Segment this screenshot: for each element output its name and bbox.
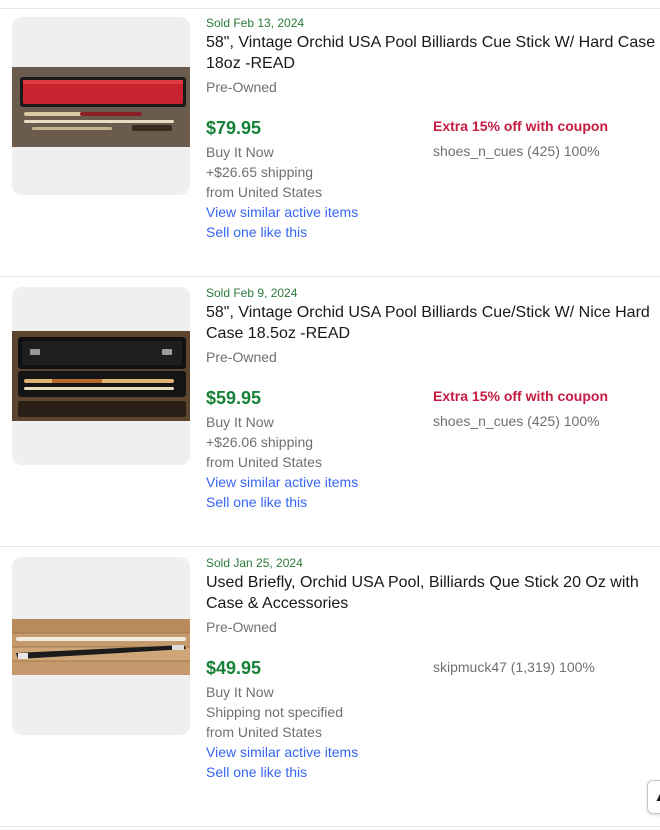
divider (0, 276, 660, 277)
listing-thumbnail[interactable] (12, 17, 190, 195)
divider (0, 826, 660, 827)
arrow-up-icon: ▲ (654, 790, 660, 804)
buying-format: Buy It Now (206, 414, 274, 430)
item-location: from United States (206, 724, 322, 740)
sold-price: $59.95 (206, 388, 262, 408)
sold-date: Sold Jan 25, 2024 (206, 556, 303, 570)
item-location: from United States (206, 454, 322, 470)
listing-title[interactable]: 58", Vintage Orchid USA Pool Billiards C… (206, 302, 658, 344)
view-similar-link[interactable]: View similar active items (206, 742, 358, 762)
shipping-cost: +$26.06 shipping (206, 434, 314, 450)
condition: Pre-Owned (206, 79, 277, 95)
condition: Pre-Owned (206, 349, 277, 365)
sell-one-link[interactable]: Sell one like this (206, 222, 307, 242)
listing-title[interactable]: 58", Vintage Orchid USA Pool Billiards C… (206, 32, 658, 74)
listing-title[interactable]: Used Briefly, Orchid USA Pool, Billiards… (206, 572, 658, 614)
buying-format: Buy It Now (206, 684, 274, 700)
seller-info[interactable]: shoes_n_cues (425) 100% (433, 143, 600, 159)
sold-date: Sold Feb 9, 2024 (206, 286, 298, 300)
listing-thumbnail[interactable] (12, 557, 190, 735)
cue-on-wood-floor-photo (12, 619, 190, 675)
sold-date: Sold Feb 13, 2024 (206, 16, 305, 30)
seller-info[interactable]: shoes_n_cues (425) 100% (433, 413, 600, 429)
listing-card: Sold Jan 25, 2024 Used Briefly, Orchid U… (0, 548, 660, 818)
listing-card: Sold Feb 13, 2024 58", Vintage Orchid US… (0, 8, 660, 278)
sell-one-link[interactable]: Sell one like this (206, 492, 307, 512)
scroll-to-top-button[interactable]: ▲ (647, 780, 660, 814)
listing-card: Sold Feb 9, 2024 58", Vintage Orchid USA… (0, 278, 660, 548)
black-case-cue-photo (12, 331, 190, 421)
shipping-cost: +$26.65 shipping (206, 164, 314, 180)
shipping-cost: Shipping not specified (206, 704, 343, 720)
coupon-offer[interactable]: Extra 15% off with coupon (433, 118, 608, 134)
view-similar-link[interactable]: View similar active items (206, 472, 358, 492)
view-similar-link[interactable]: View similar active items (206, 202, 358, 222)
sell-one-link[interactable]: Sell one like this (206, 762, 307, 782)
divider (0, 546, 660, 547)
red-case-cue-photo (12, 67, 190, 147)
sold-price: $79.95 (206, 118, 262, 138)
coupon-offer[interactable]: Extra 15% off with coupon (433, 388, 608, 404)
sold-listings: Sold Feb 13, 2024 58", Vintage Orchid US… (0, 0, 660, 830)
seller-info[interactable]: skipmuck47 (1,319) 100% (433, 659, 595, 675)
listing-thumbnail[interactable] (12, 287, 190, 465)
buying-format: Buy It Now (206, 144, 274, 160)
sold-price: $49.95 (206, 658, 262, 678)
condition: Pre-Owned (206, 619, 277, 635)
item-location: from United States (206, 184, 322, 200)
